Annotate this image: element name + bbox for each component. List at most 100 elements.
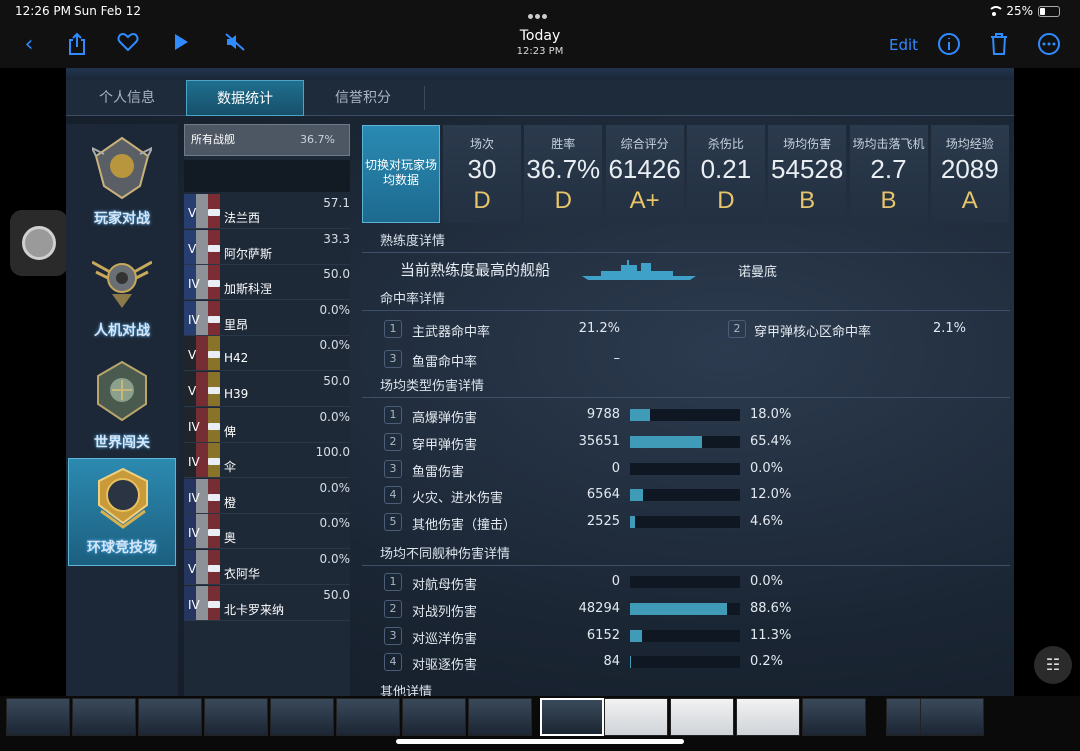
thumbnail[interactable] bbox=[138, 698, 202, 736]
tab-reputation[interactable]: 信誉积分 bbox=[306, 80, 420, 116]
ship-win-rate: 0.0% bbox=[319, 409, 351, 424]
ship-name: H42 bbox=[224, 351, 249, 366]
stat-label: 杀伤比 bbox=[707, 137, 744, 151]
pvp-emblem-icon bbox=[92, 136, 152, 200]
tab-bar: 个人信息 数据统计 信誉积分 bbox=[66, 80, 1014, 116]
info-icon[interactable] bbox=[936, 32, 962, 58]
thumbnail[interactable] bbox=[670, 698, 734, 736]
mode-label-pve: 人机对战 bbox=[94, 323, 150, 339]
ship-tier: IV bbox=[188, 455, 200, 470]
mute-icon[interactable] bbox=[222, 32, 248, 58]
home-indicator[interactable] bbox=[396, 739, 684, 744]
heart-icon[interactable] bbox=[115, 32, 141, 58]
row-percent: 4.6% bbox=[750, 514, 784, 530]
ship-row[interactable]: V 衣阿华 0.0% bbox=[184, 550, 350, 585]
back-icon[interactable]: ‹ bbox=[16, 32, 42, 58]
ship-tier: V bbox=[188, 206, 197, 220]
ship-tier: V bbox=[188, 562, 197, 576]
live-text-icon[interactable]: ☷ bbox=[1034, 646, 1072, 684]
ship-tier: IV bbox=[188, 526, 200, 541]
mode-pve[interactable]: 人机对战 bbox=[68, 240, 176, 348]
section-other: 其他详情 bbox=[362, 682, 1010, 696]
thumbnail[interactable] bbox=[6, 698, 70, 736]
thumbnail[interactable] bbox=[72, 698, 136, 736]
ship-row[interactable]: IV 奥 0.0% bbox=[184, 514, 350, 550]
ship-row[interactable]: IV 里昂 0.0% bbox=[184, 300, 350, 336]
row-label: 对驱逐伤害 bbox=[412, 658, 478, 674]
ship-class-icon bbox=[208, 422, 220, 430]
ship-row[interactable]: V 阿尔萨斯 33.3 bbox=[184, 229, 350, 265]
ship-list: 所有战舰 36.7% V 法兰西 57.1 V 阿尔萨斯 33.3 IV 加斯科涅 50.0 IV… bbox=[184, 124, 350, 696]
ship-win-rate: 0.0% bbox=[319, 338, 351, 353]
edit-button[interactable]: Edit bbox=[889, 36, 918, 54]
stat-value: 0.21 bbox=[700, 154, 752, 184]
stat-grade: D bbox=[473, 187, 491, 214]
ship-class-icon bbox=[208, 458, 220, 466]
thumbnail[interactable] bbox=[204, 698, 268, 736]
ship-row[interactable]: V H39 50.0 bbox=[184, 372, 350, 407]
status-bar: 12:26 PM Sun Feb 12 25% bbox=[0, 0, 1080, 22]
thumbnail[interactable] bbox=[468, 698, 532, 736]
mode-global-arena[interactable]: 环球竞技场 bbox=[68, 458, 176, 566]
row-bar bbox=[630, 516, 740, 529]
row-label: 其他伤害（撞击） bbox=[412, 518, 517, 534]
ship-class-icon bbox=[208, 209, 220, 216]
stat-card: 胜率 36.7% D bbox=[524, 125, 603, 223]
photos-toolbar: ‹ Today 12:23 PM Edit bbox=[0, 22, 1080, 68]
row-value: 0 bbox=[611, 574, 620, 589]
switch-player-average-button[interactable]: 切换对玩家场均数据 bbox=[362, 125, 440, 223]
assistive-touch-button[interactable] bbox=[10, 210, 68, 276]
more-icon[interactable] bbox=[1036, 32, 1062, 58]
ship-row[interactable]: IV 俾 0.0% bbox=[184, 407, 351, 443]
ship-name: 法兰西 bbox=[224, 211, 261, 225]
row-bar-fill bbox=[630, 629, 643, 642]
ship-row[interactable]: V 法兰西 57.1 bbox=[184, 194, 350, 229]
ship-row[interactable]: IV 伞 100.0 bbox=[184, 443, 350, 479]
row-label: 穿甲弹伤害 bbox=[412, 437, 478, 453]
ship-row[interactable]: V H42 0.0% bbox=[184, 336, 351, 372]
mode-world-challenge[interactable]: 世界闯关 bbox=[68, 352, 176, 460]
play-icon[interactable] bbox=[168, 32, 194, 58]
tab-personal-info[interactable]: 个人信息 bbox=[70, 80, 184, 116]
thumbnail[interactable] bbox=[270, 698, 334, 736]
all-ships-item[interactable]: 所有战舰 36.7% bbox=[184, 124, 350, 156]
ship-class-icon bbox=[208, 565, 220, 572]
row-percent: 11.3% bbox=[750, 627, 792, 643]
ship-row[interactable]: IV 橙 0.0% bbox=[184, 478, 350, 514]
multitasking-dots[interactable] bbox=[528, 8, 552, 19]
ship-row[interactable]: IV 北卡罗来纳 50.0 bbox=[184, 585, 350, 621]
ship-win-rate: 0.0% bbox=[319, 552, 351, 566]
thumbnail[interactable] bbox=[336, 698, 400, 736]
row-index: 2 bbox=[384, 599, 402, 618]
ship-row[interactable]: IV 加斯科涅 50.0 bbox=[184, 265, 350, 301]
row-value: 84 bbox=[603, 654, 620, 670]
trash-icon[interactable] bbox=[986, 32, 1012, 58]
share-icon[interactable] bbox=[64, 32, 90, 58]
section-accuracy: 命中率详情 bbox=[362, 289, 1010, 311]
status-date: Sun Feb 12 bbox=[74, 4, 141, 18]
row-bar bbox=[630, 409, 740, 421]
row-value: 6152 bbox=[586, 627, 620, 643]
accuracy-label: 主武器命中率 bbox=[412, 325, 491, 340]
mode-pvp[interactable]: 玩家对战 bbox=[68, 128, 176, 236]
thumbnail[interactable] bbox=[802, 698, 866, 736]
accuracy-index: 2 bbox=[728, 320, 746, 338]
row-index: 2 bbox=[384, 432, 402, 451]
thumbnail[interactable] bbox=[920, 698, 984, 736]
accuracy-index: 3 bbox=[384, 350, 402, 368]
ship-name: 阿尔萨斯 bbox=[224, 246, 273, 261]
stat-grade: A+ bbox=[629, 187, 660, 214]
thumbnail[interactable] bbox=[604, 698, 668, 736]
stat-card: 场均伤害 54528 B bbox=[768, 125, 847, 223]
row-bar-fill bbox=[630, 516, 636, 529]
ship-name: 奥 bbox=[224, 531, 237, 546]
thumbnail[interactable] bbox=[736, 698, 800, 736]
stat-card: 杀伤比 0.21 D bbox=[686, 125, 765, 223]
thumbnail-current[interactable] bbox=[540, 698, 604, 736]
tab-data-stats[interactable]: 数据统计 bbox=[186, 80, 304, 116]
stat-label: 胜率 bbox=[551, 137, 576, 151]
row-value: 0 bbox=[611, 460, 620, 476]
row-bar bbox=[630, 602, 740, 615]
mode-label-world-challenge: 世界闯关 bbox=[94, 435, 150, 451]
thumbnail[interactable] bbox=[402, 698, 466, 736]
